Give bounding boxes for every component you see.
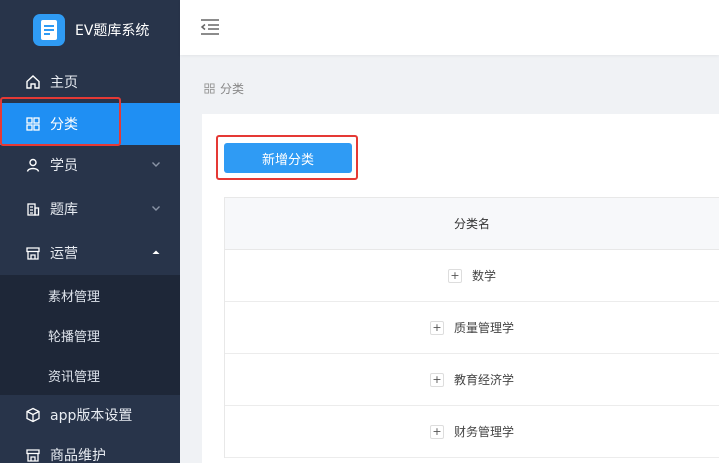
expand-icon[interactable]: + <box>429 320 444 335</box>
logo-icon <box>33 14 65 46</box>
sidebar-item-label: 题库 <box>50 202 78 218</box>
submenu-item-materials[interactable]: 素材管理 <box>0 275 180 315</box>
shop-icon <box>24 244 42 262</box>
category-name: 财务管理学 <box>453 425 514 439</box>
submenu-item-label: 资讯管理 <box>48 369 101 385</box>
sidebar-item-label: app版本设置 <box>50 408 133 424</box>
category-name: 质量管理学 <box>453 321 514 335</box>
sidebar-item-question-bank[interactable]: 题库 <box>0 188 180 230</box>
table-row: + 财务管理学 <box>225 406 719 458</box>
cube-icon <box>24 406 42 424</box>
sidebar-item-label: 运营 <box>50 246 78 262</box>
sidebar-item-app-version[interactable]: app版本设置 <box>0 394 180 436</box>
table-row: + 教育经济学 <box>225 354 719 406</box>
category-name: 教育经济学 <box>453 373 514 387</box>
sidebar-item-home[interactable]: 主页 <box>0 61 180 103</box>
sidebar-item-label: 商品维护 <box>50 448 106 463</box>
sidebar-item-category[interactable]: 分类 <box>0 103 180 145</box>
submenu-item-carousel[interactable]: 轮播管理 <box>0 315 180 355</box>
category-name: 数学 <box>471 269 496 283</box>
operations-submenu: 素材管理 轮播管理 资讯管理 <box>0 275 180 395</box>
sidebar: EV题库系统 主页 分类 学员 题库 运营 素材管理 轮播管理 资讯管理 app… <box>0 0 180 463</box>
breadcrumb: 分类 <box>204 80 244 97</box>
table-row: + 数学 <box>225 250 719 302</box>
sidebar-item-label: 学员 <box>50 158 78 174</box>
logo[interactable]: EV题库系统 <box>0 0 180 60</box>
category-table: 分类名 + 数学 + 质量管理学 + 教育经济学 + 财务管理学 <box>224 197 719 458</box>
expand-icon[interactable]: + <box>429 372 444 387</box>
chevron-down-icon <box>152 206 160 211</box>
add-category-button[interactable]: 新增分类 <box>224 143 352 173</box>
column-header-name: 分类名 <box>453 217 490 231</box>
sidebar-item-students[interactable]: 学员 <box>0 144 180 186</box>
sidebar-item-label: 分类 <box>50 117 78 133</box>
expand-icon[interactable]: + <box>429 424 444 439</box>
table-row: + 质量管理学 <box>225 302 719 354</box>
submenu-item-label: 素材管理 <box>48 289 101 305</box>
grid-icon <box>24 115 42 133</box>
chevron-down-icon <box>152 162 160 167</box>
sidebar-item-label: 主页 <box>50 75 78 91</box>
user-icon <box>24 156 42 174</box>
sidebar-item-products[interactable]: 商品维护 <box>0 434 180 463</box>
building-icon <box>24 200 42 218</box>
top-header <box>180 0 719 55</box>
home-icon <box>24 73 42 91</box>
table-header: 分类名 <box>225 198 719 250</box>
submenu-item-news[interactable]: 资讯管理 <box>0 355 180 395</box>
submenu-item-label: 轮播管理 <box>48 329 101 345</box>
sidebar-item-operations[interactable]: 运营 <box>0 232 180 274</box>
expand-icon[interactable]: + <box>447 268 462 283</box>
grid-icon <box>204 83 215 94</box>
chevron-up-icon <box>152 250 160 254</box>
shop-icon <box>24 446 42 463</box>
app-title: EV题库系统 <box>75 23 150 39</box>
breadcrumb-current: 分类 <box>220 82 245 96</box>
menu-fold-icon[interactable] <box>200 18 220 36</box>
